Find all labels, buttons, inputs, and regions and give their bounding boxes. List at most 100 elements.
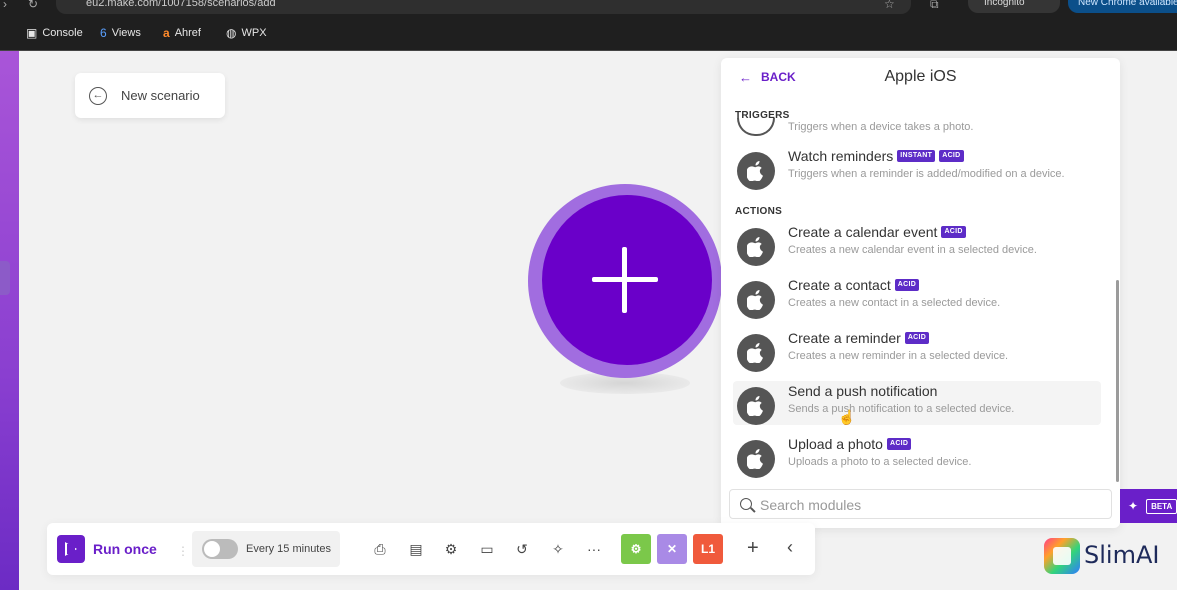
apple-icon [737, 281, 775, 319]
badge-instant: INSTANT [897, 150, 936, 162]
panel-title: Apple iOS [884, 68, 957, 85]
badge-acid: ACID [939, 150, 964, 162]
play-icon [57, 535, 85, 563]
reload-icon[interactable]: ↻ [28, 0, 38, 11]
gear-icon: ⚙ [630, 542, 642, 556]
bookmark-label: Views [111, 27, 141, 39]
sparkle-icon: ✦ [1128, 499, 1139, 513]
chrome-divider [0, 50, 1177, 51]
bookmark-console[interactable]: ▣ Console [26, 25, 83, 41]
globe-icon: ◍ [226, 26, 237, 40]
module-title: Create a calendar event ACID [788, 224, 966, 240]
scenario-toolbar: Run once ⋮ Every 15 minutes ⎙ ▤ ⚙ ▭ ↺ ✧ … [47, 523, 815, 575]
search-input[interactable] [760, 496, 1100, 514]
notes-icon[interactable]: ▭ [477, 539, 497, 559]
forward-icon[interactable]: › [3, 0, 7, 11]
address-bar[interactable]: eu2.make.com/1007158/scenarios/add [56, 0, 911, 14]
module-title-text: Create a reminder [788, 330, 901, 346]
slimai-watermark: SlimAI [1084, 541, 1160, 569]
apple-icon [737, 228, 775, 266]
ahrefs-icon: a [163, 26, 170, 40]
module-title-text: Watch reminders [788, 148, 894, 164]
arrow-left-circle-icon: ← [89, 86, 107, 105]
new-scenario-back-button[interactable]: ← New scenario [75, 73, 225, 118]
browser-toolbar: › ↻ eu2.make.com/1007158/scenarios/add ☆… [0, 0, 1177, 16]
incognito-indicator[interactable]: Incognito [968, 0, 1060, 13]
bookmark-wpx[interactable]: ◍ WPX [226, 25, 267, 41]
extension-icon[interactable]: ⧉ [930, 0, 939, 12]
module-desc: Triggers when a reminder is added/modifi… [788, 168, 1065, 180]
toolbar-separator: ⋮ [177, 544, 189, 558]
settings-icon[interactable]: ⚙ [441, 539, 461, 559]
save-icon[interactable]: ⎙ [370, 539, 390, 559]
magic-wand-icon[interactable]: ✧ [548, 539, 568, 559]
bookmark-label: Console [42, 27, 83, 39]
module-desc: Uploads a photo to a selected device. [788, 456, 972, 468]
scenario-title: New scenario [121, 88, 200, 103]
schedule-label: Every 15 minutes [246, 543, 331, 555]
cube-icon: ▣ [26, 26, 38, 40]
panel-scrollbar[interactable] [1116, 280, 1119, 482]
plus-icon[interactable]: + [747, 537, 759, 560]
module-title-text: Create a contact [788, 277, 891, 293]
module-create-contact[interactable]: Create a contact ACID Creates a new cont… [733, 275, 1101, 321]
section-actions: ACTIONS [735, 206, 783, 217]
bookmark-label: WPX [241, 27, 267, 39]
search-field[interactable] [729, 489, 1112, 519]
badge-acid: ACID [904, 332, 930, 344]
module-create-calendar-event[interactable]: Create a calendar event ACID Creates a n… [733, 222, 1101, 268]
auto-align-icon[interactable]: ▤ [406, 539, 426, 559]
badge-acid: ACID [894, 279, 920, 291]
six-icon: 6 [100, 26, 107, 40]
module-send-push-notification[interactable]: Send a push notification Sends a push no… [733, 381, 1101, 425]
ai-assistant-button[interactable]: ✦ BETA [1120, 489, 1177, 523]
module-title: Create a reminder ACID [788, 330, 930, 346]
panel-header: ← BACK Apple iOS [721, 58, 1120, 98]
text-parser-button[interactable]: L1 [693, 534, 723, 564]
bookmarks-bar: ▣ Console 6 Views a Ahref ◍ WPX [0, 16, 1177, 50]
module-watch-reminders[interactable]: Watch reminders INSTANT ACID Triggers wh… [733, 146, 1101, 192]
undo-icon[interactable]: ↺ [512, 539, 532, 559]
module-title: Watch reminders INSTANT ACID [788, 148, 964, 164]
bookmark-ahref[interactable]: a Ahref [163, 25, 201, 41]
module-desc: Triggers when a device takes a photo. [788, 121, 974, 133]
bookmark-label: Ahref [174, 27, 201, 39]
update-button[interactable]: New Chrome available [1068, 0, 1177, 13]
apple-icon [737, 387, 775, 425]
sidebar-tab[interactable] [0, 261, 10, 295]
more-icon[interactable]: ··· [584, 539, 604, 559]
module-desc: Sends a push notification to a selected … [788, 403, 1015, 415]
plus-icon [622, 247, 627, 313]
slimai-logo [1044, 538, 1080, 574]
run-once-button[interactable]: Run once [57, 535, 157, 563]
chevron-left-icon[interactable]: ‹ [787, 537, 793, 558]
module-picker-panel: ← BACK Apple iOS TRIGGERS Triggers when … [721, 58, 1120, 528]
module-title-text: Create a calendar event [788, 224, 938, 240]
apple-icon [737, 118, 775, 136]
text-parser-label: L1 [700, 542, 715, 556]
module-title: Send a push notification [788, 383, 937, 399]
schedule-control[interactable]: Every 15 minutes [192, 531, 340, 567]
search-icon [740, 498, 752, 510]
tools-button[interactable]: ⚙ [621, 534, 651, 564]
beta-badge: BETA [1146, 498, 1177, 514]
cross-tools-icon: ✕ [666, 542, 678, 556]
app-sidebar[interactable] [0, 51, 19, 590]
module-create-reminder[interactable]: Create a reminder ACID Creates a new rem… [733, 328, 1101, 374]
schedule-toggle[interactable] [202, 539, 238, 559]
run-once-label: Run once [93, 541, 157, 557]
apple-icon [737, 334, 775, 372]
module-upload-photo[interactable]: Upload a photo ACID Uploads a photo to a… [733, 434, 1101, 480]
mouse-cursor-icon: ☝ [838, 409, 856, 425]
bookmark-views[interactable]: 6 Views [100, 25, 141, 41]
star-icon[interactable]: ☆ [884, 0, 895, 11]
module-desc: Creates a new contact in a selected devi… [788, 297, 1001, 309]
apple-icon [737, 152, 775, 190]
flow-control-button[interactable]: ✕ [657, 534, 687, 564]
module-title-text: Upload a photo [788, 436, 883, 452]
apple-icon [737, 440, 775, 478]
badge-acid: ACID [941, 226, 966, 238]
module-title: Create a contact ACID [788, 277, 920, 293]
badge-acid: ACID [886, 438, 912, 450]
module-desc: Creates a new calendar event in a select… [788, 244, 1037, 256]
